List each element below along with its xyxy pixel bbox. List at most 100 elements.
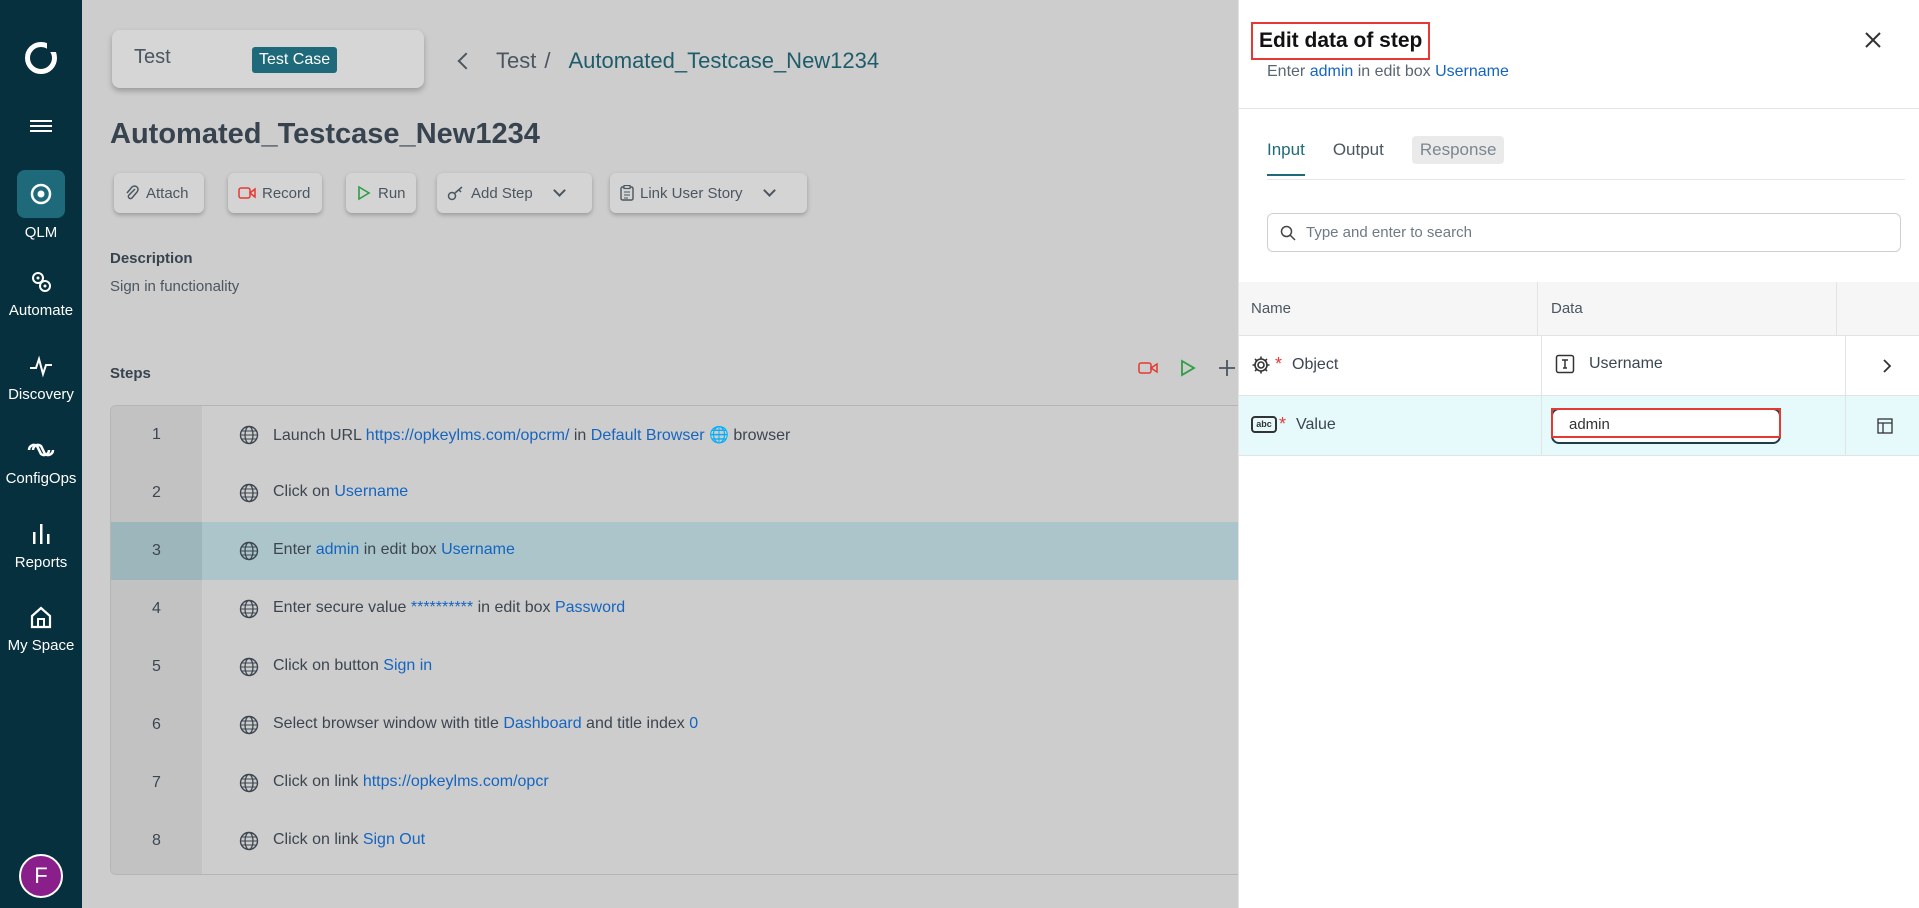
step-row[interactable]: 6 Select browser window with title Dashbo…	[111, 696, 1249, 754]
breadcrumb: Test / Automated_Testcase_New1234	[457, 48, 879, 74]
column-divider	[1537, 282, 1538, 336]
nav-item-reports[interactable]: Reports	[0, 520, 82, 571]
record-button[interactable]: Record	[228, 173, 322, 213]
globe-icon	[239, 599, 259, 624]
subtitle-object-link[interactable]: Username	[1435, 63, 1509, 80]
step-row[interactable]: 7 Click on link https://opkeylms.com/opcr	[111, 754, 1249, 812]
link-user-story-label: Link User Story	[640, 184, 743, 202]
run-button[interactable]: Run	[346, 173, 416, 213]
nav-item-qlm[interactable]: QLM	[0, 170, 82, 241]
globe-icon	[239, 425, 259, 450]
chevron-down-icon[interactable]	[762, 184, 776, 197]
step-row[interactable]: 5 Click on button Sign in	[111, 638, 1249, 696]
video-record-icon	[238, 187, 256, 199]
step-text-fragment: Click on link	[273, 773, 363, 790]
chevron-right-icon[interactable]	[1882, 358, 1892, 374]
step-argument-link[interactable]: Dashboard	[503, 715, 581, 732]
table-icon[interactable]	[1877, 418, 1893, 434]
param-name-cell: abc * Value	[1251, 414, 1336, 435]
clipboard-icon	[620, 185, 634, 201]
step-number: 6	[152, 716, 161, 733]
nav-item-discovery[interactable]: Discovery	[0, 352, 82, 403]
step-text: Click on button Sign in	[273, 657, 432, 675]
close-icon[interactable]	[1863, 30, 1883, 50]
step-argument-link[interactable]: Username	[334, 483, 408, 500]
link-user-story-button[interactable]: Link User Story	[610, 173, 807, 213]
globe-icon	[239, 831, 259, 856]
data-grid-header: Name Data	[1239, 282, 1919, 336]
add-step-button[interactable]: Add Step	[437, 173, 592, 213]
step-argument-link[interactable]: admin	[316, 541, 360, 558]
step-argument-link[interactable]: Sign in	[383, 657, 432, 674]
nav-label: My Space	[7, 637, 75, 654]
panel-tabs: Input Output Response	[1267, 136, 1532, 176]
param-name-cell: * Object	[1251, 354, 1338, 375]
nav-rail: QLM Automate Discovery ConfigOps Reports…	[0, 0, 82, 908]
breadcrumb-parent[interactable]: Test	[496, 48, 536, 74]
column-divider	[1541, 396, 1542, 456]
tab-input[interactable]: Input	[1267, 140, 1305, 176]
test-case-card[interactable]: Test Test Case	[112, 30, 424, 88]
step-text-fragment: Launch URL	[273, 427, 366, 444]
column-divider	[1541, 336, 1542, 396]
menu-icon[interactable]	[30, 120, 52, 134]
param-row-value[interactable]: abc * Value	[1239, 396, 1919, 456]
subtitle-value-link[interactable]: admin	[1310, 63, 1354, 80]
tab-response[interactable]: Response	[1411, 136, 1505, 164]
step-row[interactable]: 2 Click on Username	[111, 464, 1249, 522]
object-value: Username	[1589, 355, 1663, 372]
step-argument-link[interactable]: **********	[411, 599, 473, 616]
panel-subtitle: Enter admin in edit box Username	[1267, 63, 1509, 81]
step-argument-link[interactable]: Username	[441, 541, 515, 558]
gear-icon	[1252, 356, 1270, 373]
param-row-object[interactable]: * Object Username	[1239, 336, 1919, 396]
add-step-label: Add Step	[471, 184, 533, 202]
subtitle-middle: in edit box	[1353, 63, 1436, 80]
back-chevron-icon[interactable]	[457, 52, 475, 70]
attach-button[interactable]: Attach	[114, 173, 204, 213]
description-text: Sign in functionality	[110, 278, 240, 295]
run-step-icon[interactable]	[1180, 359, 1196, 377]
step-row[interactable]: 8 Click on link Sign Out	[111, 812, 1249, 870]
step-row[interactable]: 3 Enter admin in edit box Username	[111, 522, 1249, 580]
search-input[interactable]	[1306, 224, 1866, 241]
column-header-data: Data	[1551, 300, 1583, 317]
step-row[interactable]: 1 Launch URL https://opkeylms.com/opcrm/ …	[111, 406, 1249, 464]
column-header-name: Name	[1251, 300, 1292, 317]
step-argument-link[interactable]: https://opkeylms.com/opcrm/	[366, 427, 570, 444]
page-title: Automated_Testcase_New1234	[110, 118, 540, 150]
param-name: Value	[1296, 415, 1336, 433]
automate-icon	[32, 272, 51, 292]
nav-item-my-space[interactable]: My Space	[0, 603, 82, 654]
param-name: Object	[1292, 355, 1339, 373]
column-divider	[1836, 282, 1837, 336]
steps-toolbar	[1138, 359, 1236, 377]
steps-table: 1 Launch URL https://opkeylms.com/opcrm/ …	[110, 405, 1250, 875]
avatar[interactable]: F	[19, 854, 63, 898]
description-heading: Description	[110, 250, 193, 267]
tab-output[interactable]: Output	[1333, 140, 1384, 176]
configops-icon	[27, 443, 55, 457]
add-step-icon[interactable]	[1218, 359, 1236, 377]
panel-title: Edit data of step	[1259, 29, 1423, 52]
step-argument-link[interactable]: Password	[555, 599, 625, 616]
app-logo-icon[interactable]	[25, 40, 59, 74]
record-step-icon[interactable]	[1138, 361, 1158, 375]
step-argument-link[interactable]: Sign Out	[363, 831, 425, 848]
step-argument-link[interactable]: Default Browser	[591, 427, 705, 444]
nav-label: Reports	[14, 554, 68, 571]
nav-item-configops[interactable]: ConfigOps	[0, 436, 82, 487]
chevron-down-icon[interactable]	[552, 184, 566, 197]
nav-item-automate[interactable]: Automate	[0, 268, 82, 319]
step-row[interactable]: 4 Enter secure value ********** in edit b…	[111, 580, 1249, 638]
step-argument-link[interactable]: 0	[689, 715, 698, 732]
record-label: Record	[262, 184, 311, 202]
paperclip-icon	[126, 185, 139, 200]
panel-title-highlight: Edit data of step	[1251, 22, 1431, 60]
step-text: Click on link Sign Out	[273, 831, 425, 849]
main-content: Test Test Case Test / Automated_Testcase…	[82, 0, 1250, 908]
globe-icon	[239, 773, 259, 798]
value-input[interactable]	[1569, 416, 1769, 433]
step-text-fragment: in	[569, 427, 591, 444]
step-argument-link[interactable]: https://opkeylms.com/opcr	[363, 773, 549, 790]
